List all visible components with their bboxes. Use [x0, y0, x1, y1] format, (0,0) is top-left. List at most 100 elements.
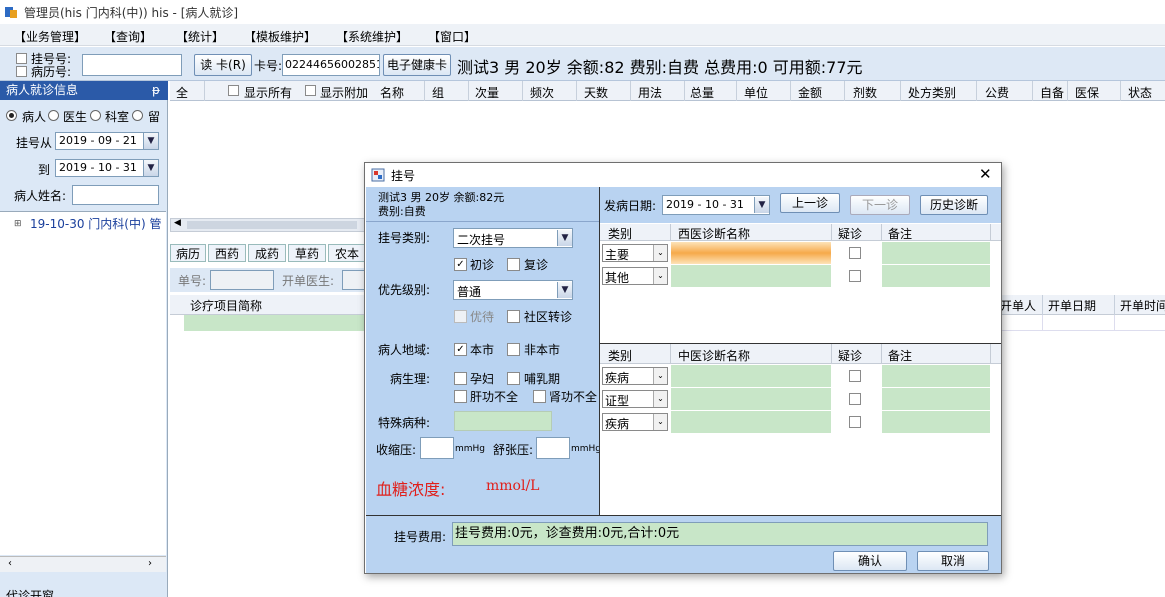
col-group[interactable]: 组: [432, 84, 444, 101]
tab-western[interactable]: 西药: [208, 244, 246, 262]
systolic-input[interactable]: [420, 437, 454, 459]
col-issue-date[interactable]: 开单日期: [1048, 297, 1096, 314]
scroll-thumb[interactable]: [187, 221, 357, 229]
prev-visit-button[interactable]: 上一诊: [780, 193, 840, 213]
chevron-down-icon[interactable]: ▼: [557, 230, 572, 246]
menu-system[interactable]: 【系统维护】: [336, 28, 408, 45]
reg-type-select[interactable]: 二次挂号 ▼: [453, 228, 573, 248]
cancel-button[interactable]: 取消: [917, 551, 989, 571]
tcm-row-3-suspect[interactable]: [849, 416, 861, 428]
menu-query[interactable]: 【查询】: [104, 28, 152, 45]
col-usage[interactable]: 用法: [638, 84, 662, 101]
tree-expand-icon[interactable]: ⊞: [14, 219, 22, 229]
tab-patent[interactable]: 成药: [248, 244, 286, 262]
tcm-row-3-type[interactable]: 疾病 ⌄: [602, 413, 668, 431]
to-date-picker[interactable]: 2019 - 10 - 31 ▼: [55, 159, 159, 177]
reg-no-checkbox[interactable]: [16, 53, 27, 64]
col-doses[interactable]: 剂数: [853, 84, 877, 101]
west-row-main-type[interactable]: 主要 ⌄: [602, 244, 668, 262]
card-number-input[interactable]: 022446560028510: [282, 54, 380, 76]
west-row-other-type[interactable]: 其他 ⌄: [602, 267, 668, 285]
patient-name-input[interactable]: [72, 185, 159, 205]
col-rx-type[interactable]: 处方类别: [908, 84, 956, 101]
tcm-row-3-note[interactable]: [882, 411, 990, 433]
chevron-down-icon[interactable]: ▼: [557, 282, 572, 298]
tab-record[interactable]: 病历: [170, 244, 206, 262]
liver-checkbox[interactable]: [454, 390, 467, 403]
col-dose[interactable]: 次量: [475, 84, 499, 101]
special-disease-input[interactable]: [454, 411, 552, 431]
col-frequency[interactable]: 频次: [530, 84, 554, 101]
tcm-row-1-suspect[interactable]: [849, 370, 861, 382]
col-self[interactable]: 自备: [1040, 84, 1064, 101]
reg-no-input[interactable]: [82, 54, 182, 76]
col-public[interactable]: 公费: [985, 84, 1009, 101]
tcm-row-2-type[interactable]: 证型 ⌄: [602, 390, 668, 408]
tab-agri[interactable]: 农本: [328, 244, 366, 262]
col-total[interactable]: 总量: [690, 84, 714, 101]
tcm-row-1-note[interactable]: [882, 365, 990, 387]
west-row-main-note[interactable]: [882, 242, 990, 264]
radio-patient[interactable]: [6, 110, 17, 121]
tree-item-visit[interactable]: 19-10-30 门内科(中) 管: [30, 215, 161, 232]
grid-hscrollbar[interactable]: ◀: [170, 218, 370, 232]
show-extra-checkbox[interactable]: [305, 85, 316, 96]
kidney-checkbox[interactable]: [533, 390, 546, 403]
west-row-main-name[interactable]: [671, 242, 831, 264]
lactation-checkbox[interactable]: [507, 372, 520, 385]
col-amount[interactable]: 金额: [798, 84, 822, 101]
read-card-button[interactable]: 读 卡(R): [194, 54, 252, 76]
tcm-row-1-type[interactable]: 疾病 ⌄: [602, 367, 668, 385]
nonlocal-checkbox[interactable]: [507, 343, 520, 356]
chevron-down-icon[interactable]: ▼: [143, 160, 158, 176]
close-icon[interactable]: ✕: [979, 165, 992, 183]
local-checkbox[interactable]: ✓: [454, 343, 467, 356]
priority-select[interactable]: 普通 ▼: [453, 280, 573, 300]
menu-window[interactable]: 【窗口】: [428, 28, 476, 45]
menu-template[interactable]: 【模板维护】: [244, 28, 316, 45]
tab-herbal[interactable]: 草药: [288, 244, 326, 262]
west-row-other-suspect[interactable]: [849, 270, 861, 282]
chevron-down-icon[interactable]: ⌄: [653, 245, 667, 261]
health-card-button[interactable]: 电子健康卡: [383, 54, 451, 76]
col-issuer[interactable]: 开单人: [1000, 297, 1036, 314]
tcm-row-3-name[interactable]: [671, 411, 831, 433]
confirm-button[interactable]: 确认: [833, 551, 907, 571]
menu-stats[interactable]: 【统计】: [176, 28, 224, 45]
scroll-left-icon[interactable]: ‹: [8, 558, 12, 569]
chevron-down-icon[interactable]: ▼: [143, 133, 158, 149]
first-visit-checkbox[interactable]: ✓: [454, 258, 467, 271]
chevron-down-icon[interactable]: ⌄: [653, 268, 667, 284]
next-visit-button[interactable]: 下一诊: [850, 195, 910, 215]
col-all[interactable]: 全: [176, 84, 188, 101]
col-item-name[interactable]: 诊疗项目简称: [190, 297, 262, 314]
tcm-row-1-name[interactable]: [671, 365, 831, 387]
history-diagnosis-button[interactable]: 历史诊断: [920, 195, 988, 215]
tcm-row-2-note[interactable]: [882, 388, 990, 410]
revisit-checkbox[interactable]: [507, 258, 520, 271]
radio-stay[interactable]: [132, 110, 143, 121]
col-unit[interactable]: 单位: [744, 84, 768, 101]
west-row-other-note[interactable]: [882, 265, 990, 287]
diastolic-input[interactable]: [536, 437, 570, 459]
col-name[interactable]: 名称: [380, 84, 404, 101]
radio-doctor[interactable]: [48, 110, 59, 121]
col-insurance[interactable]: 医保: [1075, 84, 1099, 101]
pregnant-checkbox[interactable]: [454, 372, 467, 385]
tcm-row-2-suspect[interactable]: [849, 393, 861, 405]
radio-dept[interactable]: [90, 110, 101, 121]
item-grid-row[interactable]: [184, 315, 370, 331]
chevron-down-icon[interactable]: ⌄: [653, 391, 667, 407]
col-issue-time[interactable]: 开单时间: [1120, 297, 1165, 314]
col-status[interactable]: 状态: [1128, 84, 1152, 101]
chevron-down-icon[interactable]: ▼: [754, 197, 769, 213]
from-date-picker[interactable]: 2019 - 09 - 21 ▼: [55, 132, 159, 150]
west-row-main-suspect[interactable]: [849, 247, 861, 259]
preferential-checkbox[interactable]: [454, 310, 467, 323]
menu-business[interactable]: 【业务管理】: [14, 28, 86, 45]
onset-date-picker[interactable]: 2019 - 10 - 31 ▼: [662, 195, 770, 215]
show-all-checkbox[interactable]: [228, 85, 239, 96]
scroll-right-icon[interactable]: ›: [148, 558, 152, 569]
scroll-left-icon[interactable]: ◀: [174, 218, 181, 228]
order-no-input[interactable]: [210, 270, 274, 290]
